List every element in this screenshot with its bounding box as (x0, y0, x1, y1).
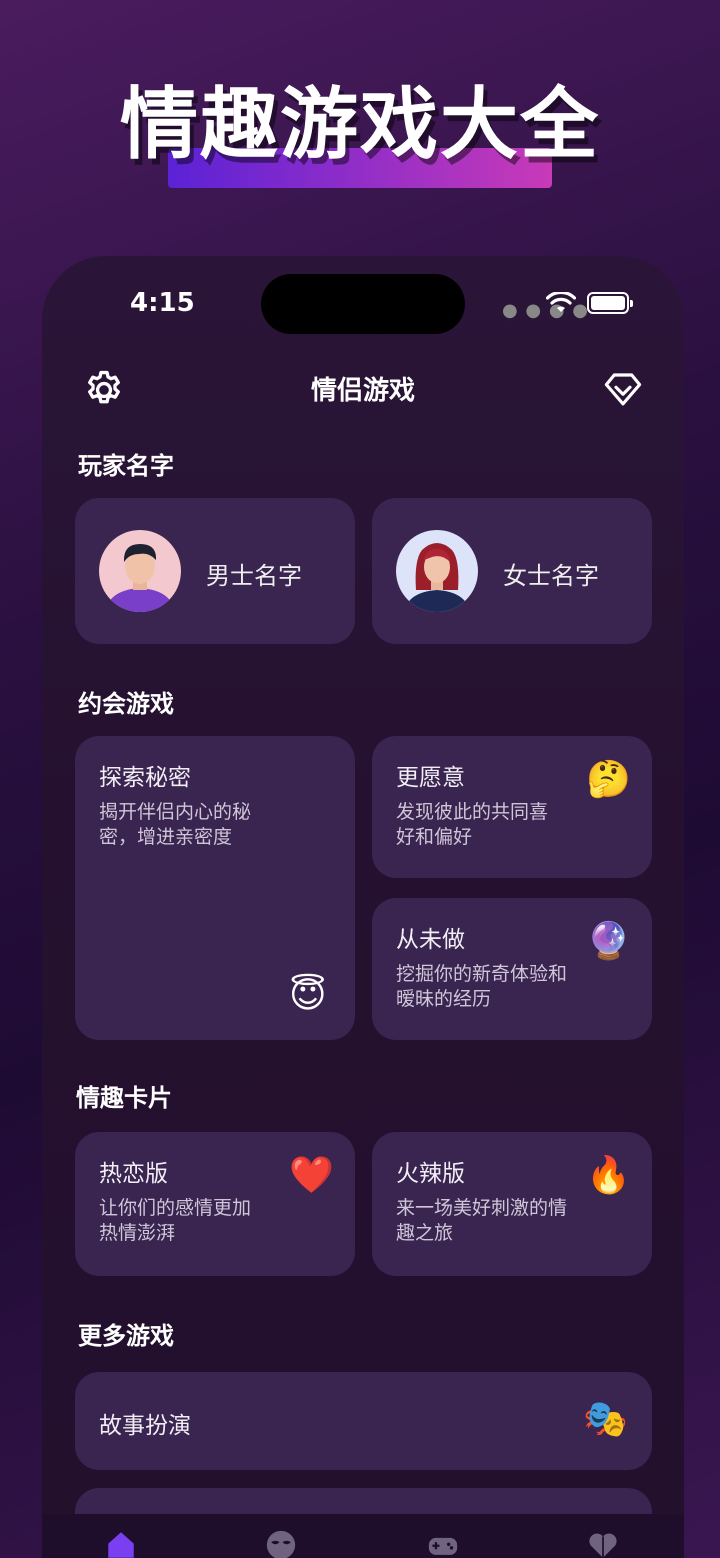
phone-screen: 4:15 ● ● ● ● 情侣游戏 玩家名字 男士名字 女士名字 约会游戏 探索… (42, 256, 684, 1558)
game-card-desc: 发现彼此的共同喜 好和偏好 (396, 800, 586, 850)
tab-bar (42, 1514, 684, 1558)
game-card-never-have-i[interactable]: 从未做 挖掘你的新奇体验和 暧昧的经历 🔮 (372, 898, 652, 1040)
battery-icon (587, 292, 633, 314)
desc-line: 让你们的感情更加 (99, 1197, 252, 1219)
gamepad-icon[interactable] (426, 1528, 460, 1558)
male-player-card[interactable]: 男士名字 (75, 498, 355, 644)
desc-line: 暧昧的经历 (396, 988, 492, 1010)
more-game-story-roleplay[interactable]: 故事扮演 🎭 (75, 1372, 652, 1470)
game-card-explore-secrets[interactable]: 探索秘密 揭开伴侣内心的秘 密，增进亲密度 😇 (75, 736, 355, 1040)
banner-title: 情趣游戏大全 (119, 80, 600, 170)
angel-emoji-icon: 😇 (289, 975, 327, 1016)
page-title: 情侣游戏 (310, 376, 415, 406)
game-card-title: 热恋版 (99, 1161, 168, 1187)
card-passion-edition[interactable]: 热恋版 让你们的感情更加 热情澎湃 ❤️ (75, 1132, 355, 1276)
cards-heading: 情趣卡片 (76, 1084, 172, 1112)
male-avatar (99, 530, 181, 612)
game-card-desc: 让你们的感情更加 热情澎湃 (99, 1196, 289, 1246)
heart-emoji-icon: ❤️ (289, 1155, 334, 1196)
female-name-label: 女士名字 (503, 562, 599, 590)
desc-line: 来一场美好刺激的情 (396, 1197, 568, 1219)
desc-line: 揭开伴侣内心的秘 (99, 801, 252, 823)
desc-line: 挖掘你的新奇体验和 (396, 963, 568, 985)
crystal-ball-emoji-icon: 🔮 (586, 921, 631, 962)
more-game-title: 故事扮演 (99, 1413, 191, 1439)
date-games-heading: 约会游戏 (78, 690, 174, 718)
desc-line: 发现彼此的共同喜 (396, 801, 549, 823)
desc-line: 趣之旅 (396, 1222, 454, 1244)
desc-line: 热情澎湃 (99, 1222, 176, 1244)
wifi-icon (546, 292, 576, 312)
diamond-icon[interactable] (602, 368, 644, 410)
heart-icon[interactable] (586, 1528, 620, 1558)
home-icon[interactable] (104, 1528, 138, 1558)
thinking-emoji-icon: 🤔 (586, 759, 631, 800)
players-heading: 玩家名字 (78, 452, 174, 480)
game-card-title: 火辣版 (396, 1161, 465, 1187)
female-player-card[interactable]: 女士名字 (372, 498, 652, 644)
male-name-label: 男士名字 (206, 562, 302, 590)
game-card-title: 从未做 (396, 927, 465, 953)
fire-emoji-icon: 🔥 (586, 1155, 631, 1196)
desc-line: 好和偏好 (396, 826, 473, 848)
game-card-desc: 来一场美好刺激的情 趣之旅 (396, 1196, 596, 1246)
game-card-desc: 揭开伴侣内心的秘 密，增进亲密度 (99, 800, 289, 850)
game-card-desc: 挖掘你的新奇体验和 暧昧的经历 (396, 962, 596, 1012)
game-card-title: 更愿意 (396, 765, 465, 791)
desc-line: 密，增进亲密度 (99, 826, 233, 848)
card-spicy-edition[interactable]: 火辣版 来一场美好刺激的情 趣之旅 🔥 (372, 1132, 652, 1276)
theater-masks-emoji-icon: 🎭 (583, 1399, 628, 1440)
dynamic-island (261, 274, 465, 334)
female-avatar (396, 530, 478, 612)
more-games-heading: 更多游戏 (78, 1322, 174, 1350)
promo-banner: 情趣游戏大全 (0, 70, 720, 188)
mask-icon[interactable] (264, 1528, 298, 1558)
game-card-title: 探索秘密 (99, 765, 191, 791)
status-time: 4:15 (130, 288, 195, 318)
game-card-would-rather[interactable]: 更愿意 发现彼此的共同喜 好和偏好 🤔 (372, 736, 652, 878)
